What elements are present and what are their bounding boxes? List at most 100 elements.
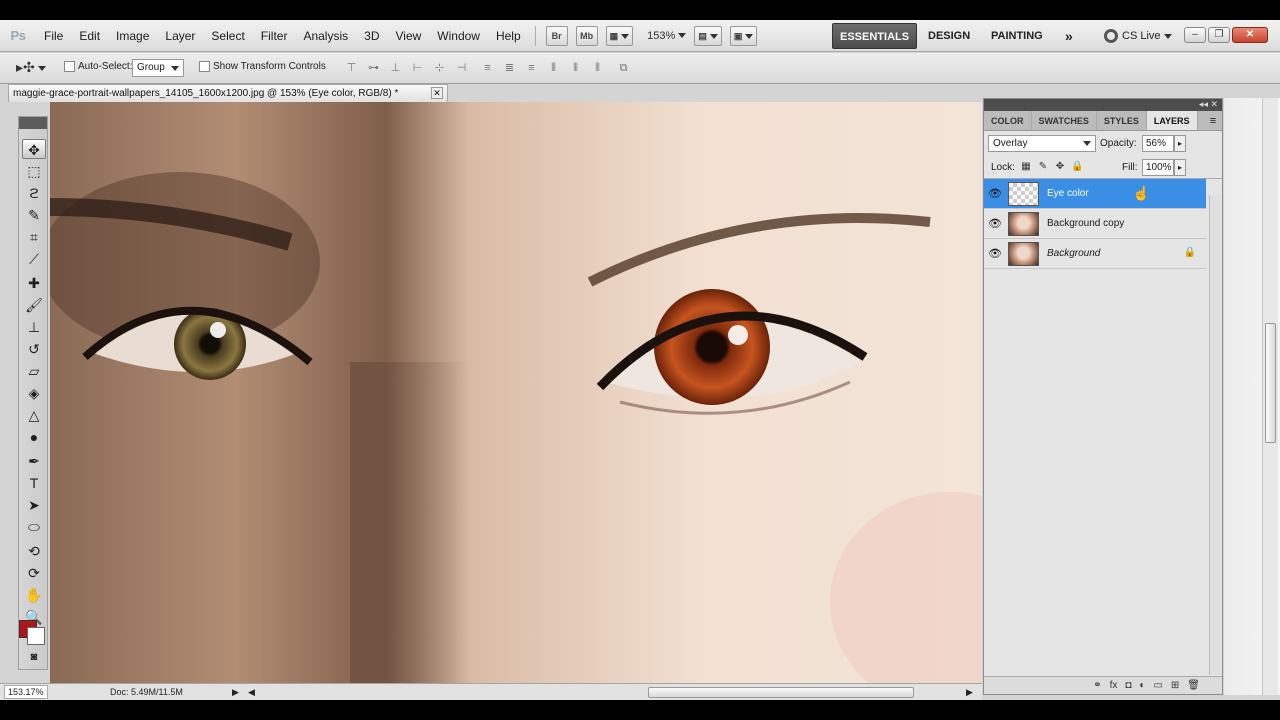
healing-brush-tool-icon[interactable]: ✚: [22, 273, 46, 293]
panel-header[interactable]: ◂◂ ✕: [984, 99, 1222, 111]
restore-button[interactable]: ❐: [1208, 27, 1230, 43]
scroll-left-icon[interactable]: ◀: [248, 684, 255, 700]
vertical-scrollbar[interactable]: [1262, 98, 1278, 695]
menu-image[interactable]: Image: [108, 20, 157, 52]
menu-analysis[interactable]: Analysis: [295, 20, 356, 52]
blur-tool-icon[interactable]: △: [22, 405, 46, 425]
status-menu-arrow-icon[interactable]: ▶: [232, 684, 239, 700]
path-selection-tool-icon[interactable]: ➤: [22, 495, 46, 515]
layers-scrollbar[interactable]: [1209, 195, 1221, 675]
link-layers-icon[interactable]: ⚭: [1093, 677, 1101, 694]
distribute-top-icon[interactable]: ≡: [478, 60, 497, 77]
menu-window[interactable]: Window: [429, 20, 488, 52]
panel-menu-icon[interactable]: ≡: [1204, 111, 1222, 130]
lock-transparency-icon[interactable]: ▦: [1020, 161, 1032, 173]
distribute-right-icon[interactable]: ⦀: [588, 60, 607, 77]
quick-mask-icon[interactable]: ◙: [22, 647, 46, 667]
layer-row[interactable]: 👁 Eye color ☝: [984, 179, 1206, 209]
distribute-left-icon[interactable]: ⦀: [544, 60, 563, 77]
auto-select-checkbox[interactable]: [64, 61, 75, 72]
menu-file[interactable]: File: [36, 20, 71, 52]
lasso-tool-icon[interactable]: ϩ: [22, 183, 46, 203]
document-canvas[interactable]: [50, 102, 982, 685]
visibility-eye-icon[interactable]: 👁: [988, 187, 1002, 201]
menu-layer[interactable]: Layer: [157, 20, 203, 52]
scroll-thumb[interactable]: [1265, 323, 1276, 443]
brush-tool-icon[interactable]: 🖌: [22, 295, 46, 315]
new-group-icon[interactable]: ▭: [1153, 677, 1162, 694]
launch-minibridge-button[interactable]: Mb: [575, 25, 598, 46]
close-document-icon[interactable]: ✕: [431, 87, 443, 99]
distribute-bottom-icon[interactable]: ≡: [522, 60, 541, 77]
lock-all-icon[interactable]: 🔒: [1071, 161, 1083, 173]
tool-preset-picker[interactable]: ▸✣: [16, 59, 52, 78]
lock-position-icon[interactable]: ✥: [1054, 161, 1066, 173]
menu-view[interactable]: View: [387, 20, 429, 52]
delete-layer-icon[interactable]: 🗑: [1187, 677, 1200, 694]
menu-3d[interactable]: 3D: [356, 20, 387, 52]
paint-bucket-tool-icon[interactable]: ◈: [22, 383, 46, 403]
background-color-swatch[interactable]: [27, 627, 45, 645]
launch-bridge-button[interactable]: Br: [545, 25, 568, 46]
view-extras-button[interactable]: ▦: [605, 25, 634, 46]
align-bottom-icon[interactable]: ⊥: [386, 60, 405, 77]
3d-orbit-tool-icon[interactable]: ⟳: [22, 563, 46, 583]
distribute-vcenter-icon[interactable]: ≣: [500, 60, 519, 77]
3d-rotate-tool-icon[interactable]: ⟲: [22, 541, 46, 561]
zoom-level-select[interactable]: 153%: [647, 30, 687, 42]
lock-pixels-icon[interactable]: ✎: [1037, 161, 1049, 173]
hand-tool-icon[interactable]: ✋: [22, 585, 46, 605]
cs-live-menu[interactable]: CS Live: [1104, 20, 1172, 52]
workspace-design[interactable]: DESIGN: [921, 23, 977, 49]
workspace-essentials[interactable]: ESSENTIALS: [832, 23, 918, 49]
layer-style-icon[interactable]: fx: [1110, 677, 1118, 694]
layer-row[interactable]: 👁 Background copy: [984, 209, 1206, 239]
type-tool-icon[interactable]: T: [22, 473, 46, 493]
align-vcenter-icon[interactable]: ⊶: [364, 60, 383, 77]
distribute-hcenter-icon[interactable]: ⦀: [566, 60, 585, 77]
horizontal-scrollbar[interactable]: [648, 687, 914, 698]
visibility-eye-icon[interactable]: 👁: [988, 217, 1002, 231]
workspace-painting[interactable]: PAINTING: [984, 23, 1050, 49]
marquee-tool-icon[interactable]: ⬚: [22, 161, 46, 181]
eraser-tool-icon[interactable]: ▱: [22, 361, 46, 381]
align-left-icon[interactable]: ⊢: [408, 60, 427, 77]
tab-styles[interactable]: STYLES: [1097, 111, 1147, 130]
clone-stamp-tool-icon[interactable]: ⊥: [22, 317, 46, 337]
opacity-field[interactable]: 56%: [1142, 135, 1174, 152]
minimize-button[interactable]: –: [1184, 27, 1206, 43]
auto-select-target-select[interactable]: Group: [132, 59, 184, 77]
screen-mode-button[interactable]: ▣: [729, 25, 758, 46]
show-transform-checkbox[interactable]: [199, 61, 210, 72]
pen-tool-icon[interactable]: ✒: [22, 451, 46, 471]
new-layer-icon[interactable]: ⊞: [1171, 677, 1179, 694]
fill-field[interactable]: 100%: [1142, 159, 1174, 176]
crop-tool-icon[interactable]: ⌗: [22, 227, 46, 247]
opacity-slider-button[interactable]: ▸: [1174, 135, 1186, 152]
move-tool-icon[interactable]: ✥: [22, 139, 46, 159]
dodge-tool-icon[interactable]: ●: [22, 427, 46, 447]
tab-color[interactable]: COLOR: [984, 111, 1032, 130]
document-tab[interactable]: maggie-grace-portrait-wallpapers_14105_1…: [8, 84, 448, 102]
add-mask-icon[interactable]: ◘: [1125, 677, 1131, 694]
history-brush-tool-icon[interactable]: ↺: [22, 339, 46, 359]
scroll-right-icon[interactable]: ▶: [966, 684, 973, 700]
adjustment-layer-icon[interactable]: ◐: [1139, 677, 1145, 694]
fill-slider-button[interactable]: ▸: [1174, 159, 1186, 176]
quick-select-tool-icon[interactable]: ✎: [22, 205, 46, 225]
auto-align-layers-icon[interactable]: ⧉: [614, 60, 633, 77]
menu-filter[interactable]: Filter: [253, 20, 296, 52]
status-zoom-field[interactable]: 153.17%: [4, 685, 48, 699]
eyedropper-tool-icon[interactable]: ⟋: [22, 249, 46, 269]
layer-row[interactable]: 👁 Background 🔒: [984, 239, 1206, 269]
workspace-more-button[interactable]: »: [1058, 23, 1080, 49]
menu-select[interactable]: Select: [203, 20, 252, 52]
close-button[interactable]: ✕: [1232, 27, 1268, 43]
tab-layers[interactable]: LAYERS: [1146, 111, 1198, 130]
visibility-eye-icon[interactable]: 👁: [988, 247, 1002, 261]
blend-mode-select[interactable]: Overlay: [988, 135, 1096, 152]
align-top-icon[interactable]: ⊤: [342, 60, 361, 77]
tab-swatches[interactable]: SWATCHES: [1032, 111, 1097, 130]
arrange-documents-button[interactable]: ▤: [694, 25, 722, 46]
shape-tool-icon[interactable]: ⬭: [22, 517, 46, 537]
